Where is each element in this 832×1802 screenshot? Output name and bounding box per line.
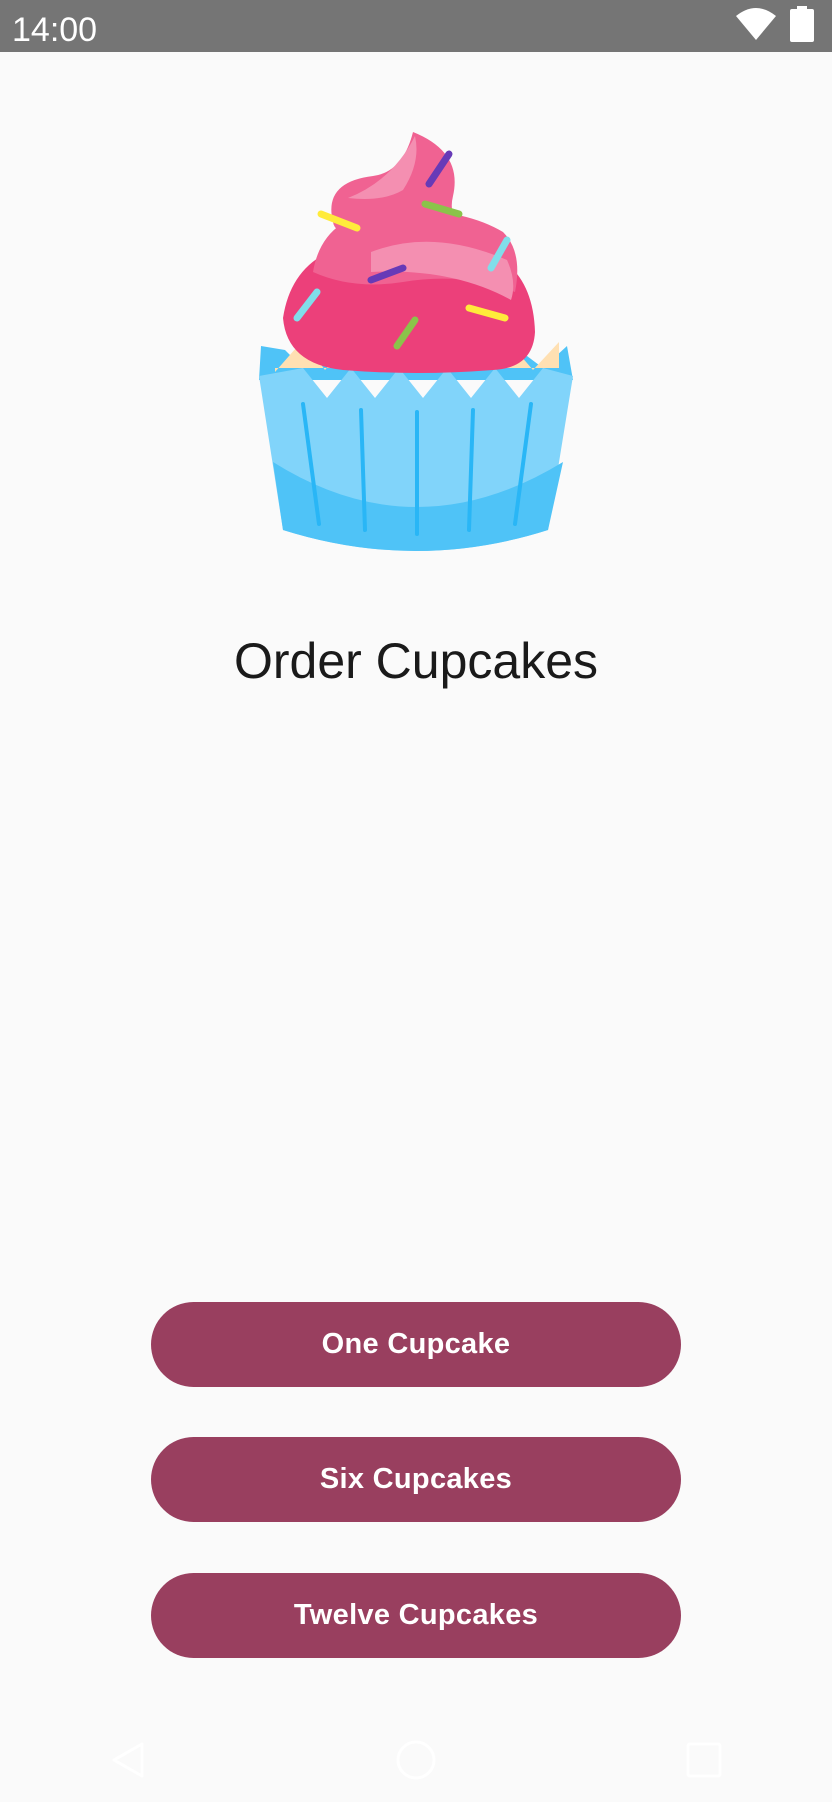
page-title: Order Cupcakes: [233, 633, 599, 689]
cupcake-illustration: [253, 132, 579, 564]
twelve-cupcakes-button[interactable]: Twelve Cupcakes: [151, 1573, 681, 1658]
status-bar: 14:00: [0, 0, 832, 52]
back-icon: [108, 1740, 148, 1785]
back-button[interactable]: [98, 1732, 158, 1792]
recents-icon: [685, 1741, 723, 1784]
battery-icon: [790, 5, 814, 47]
one-cupcake-button[interactable]: One Cupcake: [151, 1302, 681, 1387]
recents-button[interactable]: [674, 1732, 734, 1792]
home-icon: [395, 1739, 437, 1786]
wifi-icon: [736, 7, 776, 45]
navigation-bar: [0, 1712, 832, 1802]
status-time: 14:00: [12, 11, 98, 49]
home-button[interactable]: [386, 1732, 446, 1792]
six-cupcakes-button[interactable]: Six Cupcakes: [151, 1437, 681, 1522]
status-icons: [736, 5, 814, 47]
